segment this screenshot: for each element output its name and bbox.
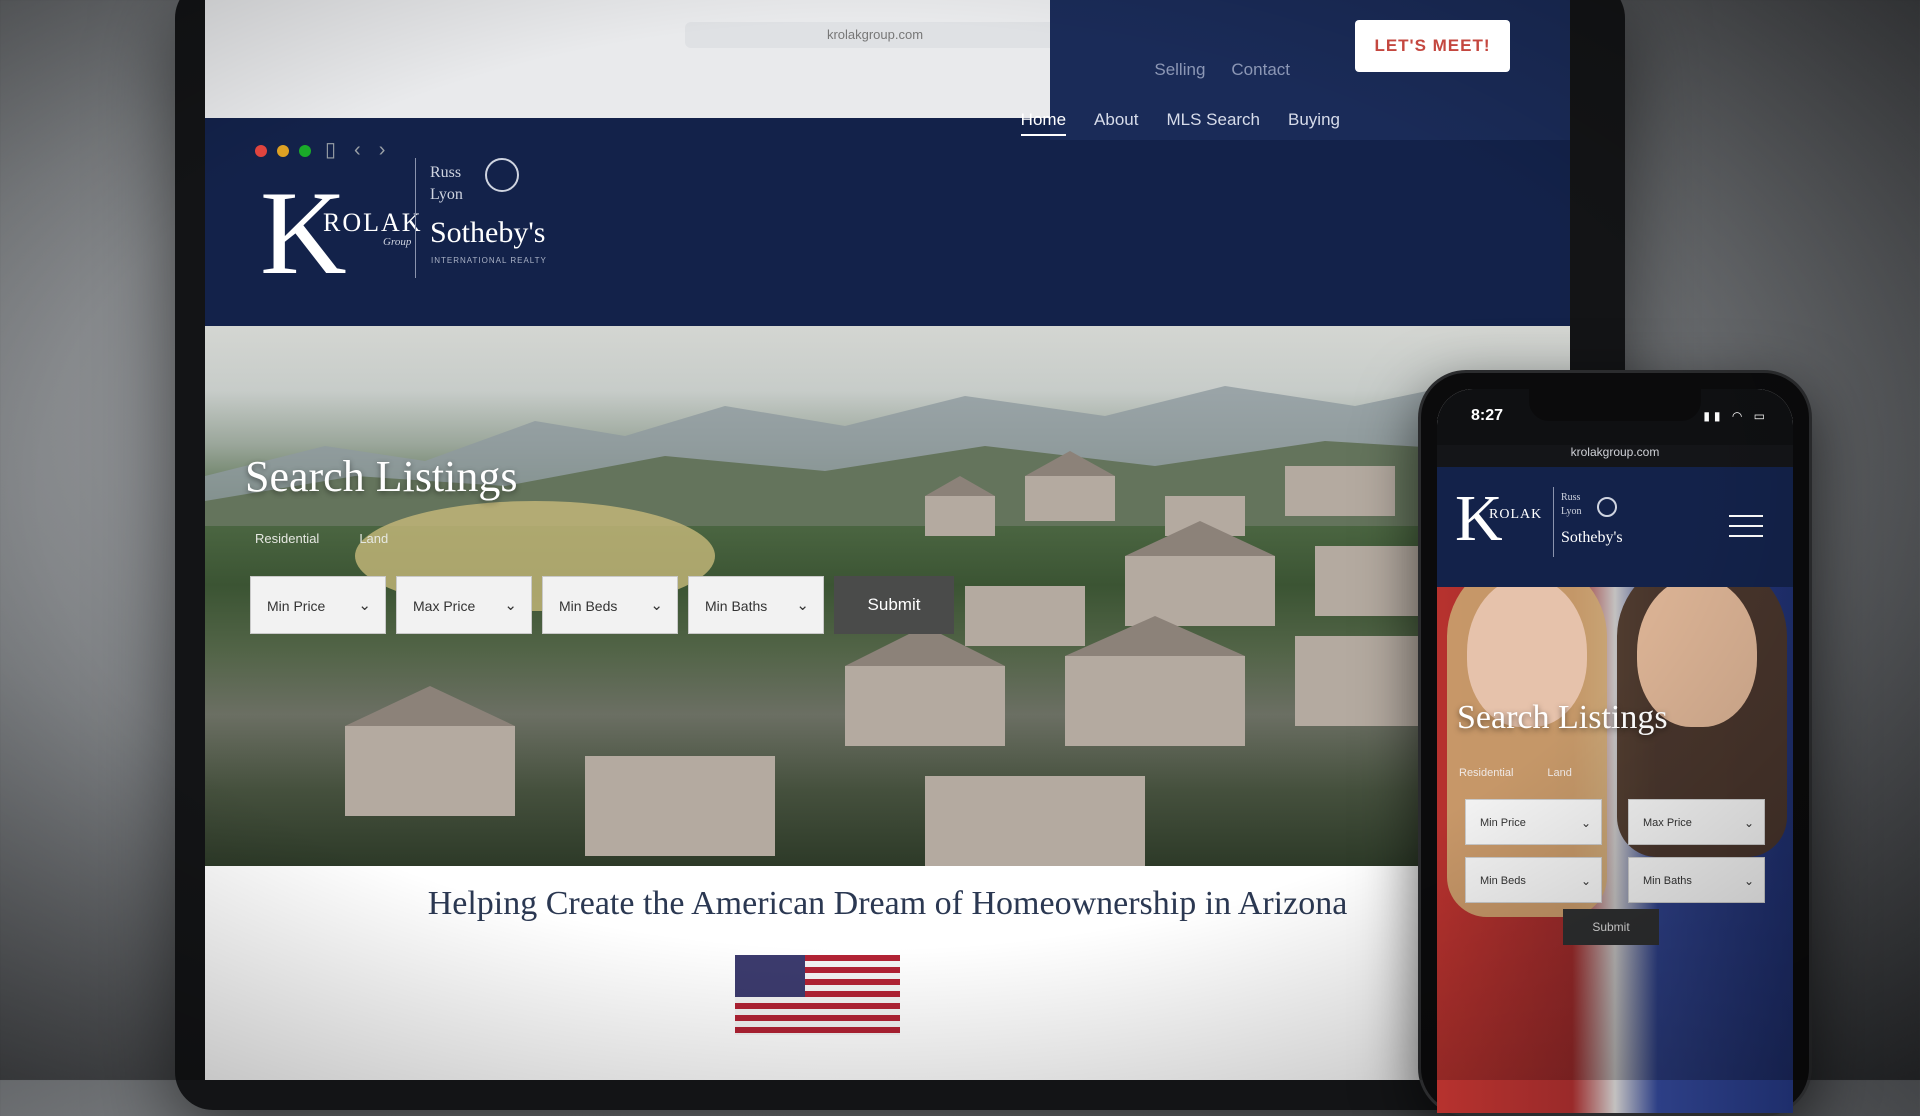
chevron-down-icon: ⌄ <box>1743 874 1754 888</box>
min-baths-label: Min Baths <box>705 598 768 614</box>
logo-rolak: ROLAK <box>1489 507 1543 522</box>
phone-screen: 8:27 ▮▮ ◠ ▭ krolakgroup.com K ROLAK Russ… <box>1437 389 1793 1113</box>
phone-hero: Search Listings Residential Land Min Pri… <box>1437 587 1793 1113</box>
logo-divider <box>1553 487 1554 557</box>
min-price-label: Min Price <box>267 598 326 614</box>
window-controls <box>255 145 311 157</box>
min-price-label: Min Price <box>1480 817 1526 829</box>
logo-sothebys: Sotheby's <box>1561 529 1623 546</box>
hero-title: Search Listings <box>245 452 518 501</box>
status-icons: ▮▮ ◠ ▭ <box>1703 409 1769 423</box>
logo-sothebys: Sotheby's <box>430 216 546 249</box>
logo-subtitle: INTERNATIONAL REALTY <box>431 256 547 265</box>
back-icon[interactable]: ‹ <box>354 139 379 161</box>
nav-mls-search[interactable]: MLS Search <box>1166 110 1260 136</box>
logo-russ: Russ <box>1561 492 1581 503</box>
nav-contact[interactable]: Contact <box>1231 60 1290 80</box>
min-baths-select[interactable]: Min Baths ⌄ <box>688 576 824 634</box>
phone-notch <box>1529 389 1701 421</box>
chevron-down-icon: ⌄ <box>650 597 663 614</box>
seal-icon <box>485 158 519 192</box>
maximize-dot-icon[interactable] <box>299 145 311 157</box>
seal-icon <box>1597 497 1617 517</box>
phone-submit-button[interactable]: Submit <box>1563 909 1659 945</box>
max-price-label: Max Price <box>413 598 476 614</box>
browser-nav-icons: ▯‹› <box>325 137 403 162</box>
nav-home[interactable]: Home <box>1020 110 1067 136</box>
phone-hero-title: Search Listings <box>1457 699 1668 736</box>
logo-russ-lyon: Russ Lyon <box>1561 491 1582 519</box>
logo-russ: Russ <box>430 164 462 181</box>
nav-about[interactable]: About <box>1094 110 1138 136</box>
site-header: K ROLAK Group Russ Lyon Sotheby's INTERN… <box>205 0 1570 326</box>
tagline: Helping Create the American Dream of Hom… <box>427 885 1348 922</box>
nav-secondary: Selling Contact <box>1154 60 1290 80</box>
logo-group: Group <box>383 236 412 248</box>
tab-land[interactable]: Land <box>1547 767 1571 779</box>
min-price-select[interactable]: Min Price ⌄ <box>1465 799 1602 845</box>
logo-lyon: Lyon <box>430 186 463 203</box>
browser-url-bar[interactable]: krolakgroup.com <box>685 22 1065 48</box>
logo-divider <box>415 158 416 278</box>
phone-site-header: K ROLAK Russ Lyon Sotheby's <box>1437 467 1793 587</box>
nav-selling[interactable]: Selling <box>1154 60 1205 80</box>
chevron-down-icon: ⌄ <box>1580 874 1591 888</box>
phone-url-bar[interactable]: krolakgroup.com <box>1437 445 1793 467</box>
logo-lyon: Lyon <box>1561 506 1582 517</box>
chevron-down-icon: ⌄ <box>504 597 517 614</box>
max-price-select[interactable]: Max Price ⌄ <box>396 576 532 634</box>
chevron-down-icon: ⌄ <box>1580 816 1591 830</box>
min-beds-select[interactable]: Min Beds ⌄ <box>1465 857 1602 903</box>
max-price-select[interactable]: Max Price ⌄ <box>1628 799 1765 845</box>
hamburger-menu-icon[interactable] <box>1729 515 1763 545</box>
tab-land[interactable]: Land <box>359 531 388 546</box>
american-flag-icon <box>735 955 900 1035</box>
sidebar-icon[interactable]: ▯ <box>325 139 354 161</box>
logo-russ-lyon: Russ Lyon <box>430 162 463 206</box>
forward-icon[interactable]: › <box>379 139 404 161</box>
lets-meet-button[interactable]: LET'S MEET! <box>1355 20 1510 72</box>
minimize-dot-icon[interactable] <box>277 145 289 157</box>
phone-listing-tabs: Residential Land <box>1459 767 1572 779</box>
chevron-down-icon: ⌄ <box>358 597 371 614</box>
listing-type-tabs: Residential Land <box>255 531 388 546</box>
desktop-screen: krolakgroup.com ▯‹› K ROLAK Group Russ L… <box>205 0 1570 1080</box>
chevron-down-icon: ⌄ <box>796 597 809 614</box>
search-filters: Min Price ⌄ Max Price ⌄ Min Beds ⌄ Min Bath… <box>250 576 954 634</box>
main-nav: Home About MLS Search Buying <box>1020 110 1340 136</box>
status-time: 8:27 <box>1471 407 1504 424</box>
phone-search-filters: Min Price ⌄ Max Price ⌄ Min Beds ⌄ Min Bath… <box>1465 799 1765 903</box>
min-baths-select[interactable]: Min Baths ⌄ <box>1628 857 1765 903</box>
phone-status-bar: 8:27 ▮▮ ◠ ▭ <box>1437 389 1793 445</box>
nav-buying[interactable]: Buying <box>1288 110 1340 136</box>
min-baths-label: Min Baths <box>1643 875 1692 887</box>
close-dot-icon[interactable] <box>255 145 267 157</box>
min-beds-label: Min Beds <box>559 598 618 614</box>
logo-rolak: ROLAK <box>323 208 423 237</box>
min-price-select[interactable]: Min Price ⌄ <box>250 576 386 634</box>
chevron-down-icon: ⌄ <box>1743 816 1754 830</box>
tab-residential[interactable]: Residential <box>255 531 319 546</box>
tab-residential[interactable]: Residential <box>1459 767 1513 779</box>
min-beds-label: Min Beds <box>1480 875 1526 887</box>
submit-button[interactable]: Submit <box>834 576 954 634</box>
hero-banner: Search Listings Residential Land Min Pri… <box>205 326 1570 866</box>
phone-device: 8:27 ▮▮ ◠ ▭ krolakgroup.com K ROLAK Russ… <box>1418 370 1812 1116</box>
max-price-label: Max Price <box>1643 817 1692 829</box>
min-beds-select[interactable]: Min Beds ⌄ <box>542 576 678 634</box>
